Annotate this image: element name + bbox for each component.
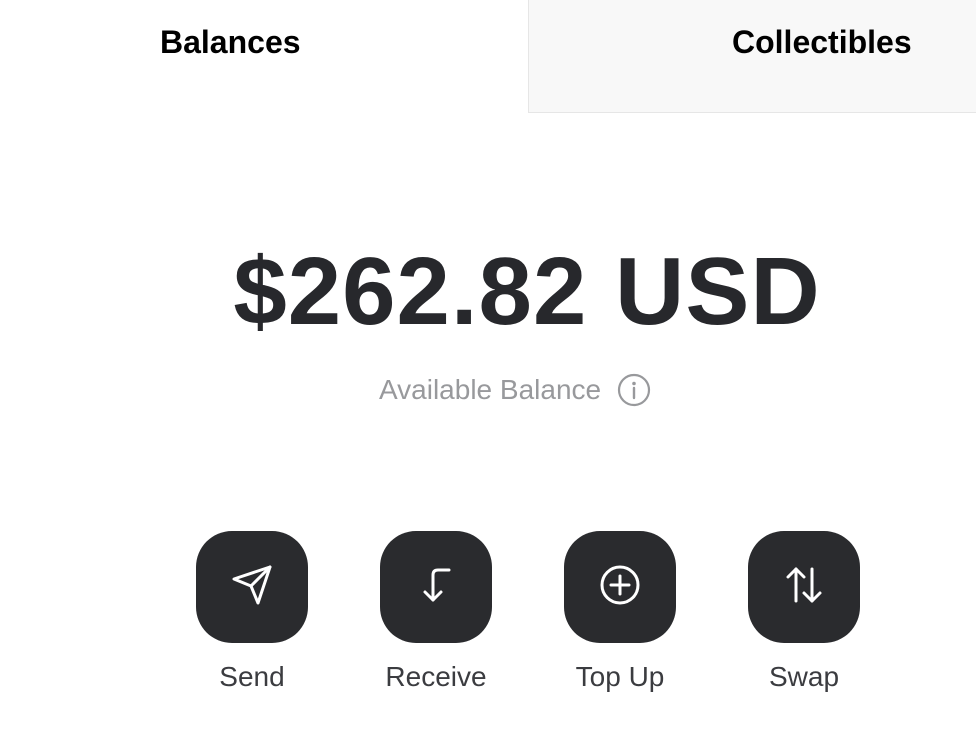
receive-action: Receive [380, 531, 492, 692]
tab-collectibles[interactable]: Collectibles [528, 0, 976, 113]
top-up-label: Top Up [575, 661, 665, 692]
available-balance-label: Available Balance [379, 374, 602, 405]
tab-balances[interactable]: Balances [0, 0, 528, 112]
balance-amount: $262.82 USD [233, 238, 821, 345]
swap-action: Swap [748, 531, 860, 692]
swap-label: Swap [768, 661, 840, 692]
receive-label: Receive [385, 661, 487, 692]
info-icon[interactable] [617, 373, 651, 407]
receive-icon [414, 563, 458, 612]
tab-balances-label: Balances [160, 24, 301, 60]
top-up-icon [598, 563, 642, 612]
send-action: Send [196, 531, 308, 692]
tab-bar: Balances Collectibles [0, 0, 976, 113]
swap-icon [782, 563, 826, 612]
send-icon [230, 563, 274, 612]
top-up-button[interactable] [564, 531, 676, 643]
swap-button[interactable] [748, 531, 860, 643]
send-button[interactable] [196, 531, 308, 643]
send-label: Send [219, 661, 285, 692]
top-up-action: Top Up [564, 531, 676, 692]
available-balance-row: Available Balance [379, 372, 651, 408]
receive-button[interactable] [380, 531, 492, 643]
tab-collectibles-label: Collectibles [732, 24, 912, 60]
